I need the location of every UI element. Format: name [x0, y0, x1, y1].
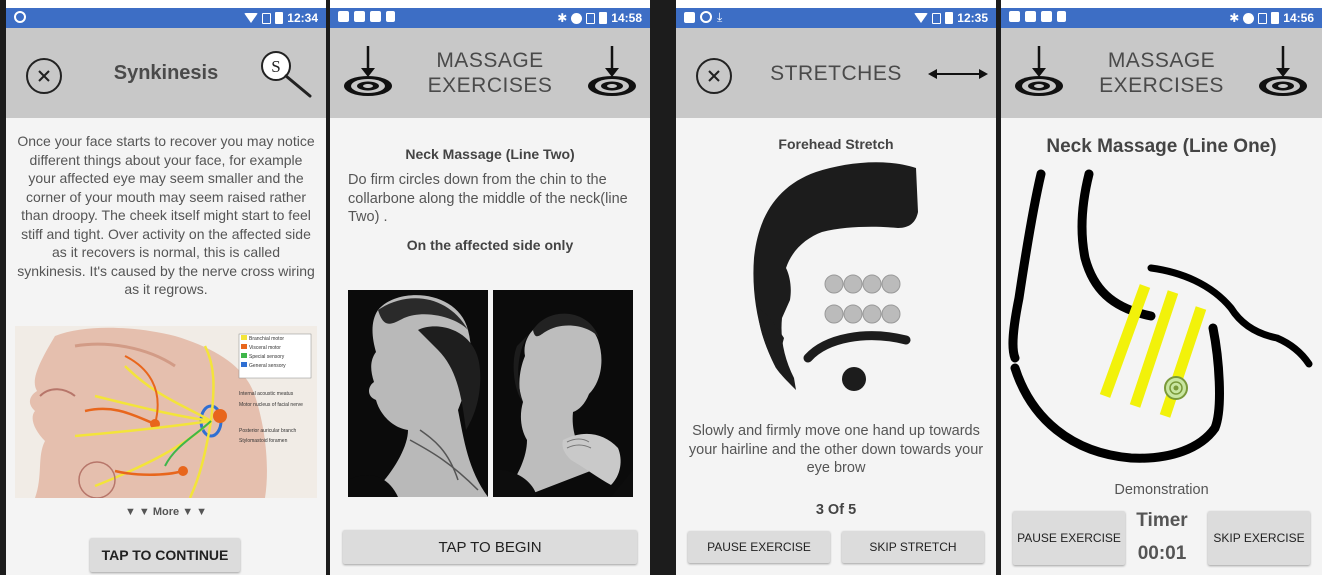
stretches-screen: ⤓ 12:35 STRETCHES Forehead Stretch Slowl… — [676, 8, 996, 575]
status-bar: ✱ 14:56 — [1001, 8, 1322, 28]
more-indicator[interactable]: ▼ ▼ More ▼ ▼ — [6, 506, 326, 518]
timer-value: 00:01 — [1137, 543, 1187, 564]
wifi-icon — [914, 13, 929, 23]
n-icon — [354, 11, 365, 22]
status-time: 12:34 — [287, 11, 318, 25]
page-title: Synkinesis — [113, 61, 219, 84]
legend-item: Branchial motor — [241, 335, 303, 344]
legend-swatch — [241, 353, 247, 358]
massage-line-two-screen: ✱ 14:58 MASSAGE EXERCISES Neck Massage (… — [330, 8, 650, 575]
stretch-progress: 3 Of 5 — [815, 502, 857, 518]
exercise-title: Forehead Stretch — [778, 136, 894, 152]
page-title: MASSAGE EXERCISES — [427, 49, 553, 97]
diagram-legend: Branchial motor Visceral motor Special s… — [241, 335, 303, 371]
legend-item: General sensory — [241, 362, 303, 371]
wifi-icon — [244, 13, 259, 23]
status-bar: ✱ 14:58 — [330, 8, 650, 28]
diagram-annotations: Internal acoustic meatus Motor nucleus o… — [239, 391, 303, 444]
n-icon — [1025, 11, 1036, 22]
title-bar: STRETCHES — [676, 28, 996, 118]
status-bar: ⤓ 12:35 — [676, 8, 996, 28]
status-time: 14:56 — [1283, 11, 1314, 25]
no-sim-icon — [1258, 12, 1268, 24]
neck-massage-photo-hand — [493, 290, 633, 497]
close-icon[interactable] — [694, 56, 734, 96]
legend-item: Special sensory — [241, 353, 303, 362]
legend-item: Visceral motor — [241, 344, 303, 353]
timer-label: Timer — [1136, 510, 1188, 531]
tap-to-continue-button[interactable]: TAP TO CONTINUE — [90, 538, 240, 572]
pause-exercise-button[interactable]: PAUSE EXERCISE — [1013, 511, 1125, 565]
dnd-icon — [571, 12, 583, 24]
title-bar: Synkinesis S — [6, 28, 326, 118]
image-icon — [1009, 11, 1020, 22]
no-sim-icon — [932, 12, 942, 24]
card-icon — [1041, 11, 1052, 22]
title-bar: MASSAGE EXERCISES — [1001, 28, 1322, 118]
card-icon — [370, 11, 381, 22]
title-bar: MASSAGE EXERCISES — [330, 28, 650, 118]
target-down-icon[interactable] — [342, 44, 394, 100]
play-icon — [386, 11, 395, 22]
legend-swatch — [241, 335, 247, 340]
demonstration-label: Demonstration — [1114, 482, 1209, 498]
double-arrow-icon[interactable] — [928, 66, 988, 82]
forehead-stretch-illustration — [753, 162, 918, 391]
record-icon — [700, 11, 712, 23]
play-icon — [1057, 11, 1066, 22]
skip-stretch-button[interactable]: SKIP STRETCH — [842, 531, 984, 563]
no-sim-icon — [262, 12, 272, 24]
battery-icon — [275, 12, 284, 24]
synkinesis-screen: 12:34 Synkinesis S Once your face starts… — [6, 8, 326, 575]
screen-divider — [650, 0, 676, 575]
massage-line-one-screen: ✱ 14:56 MASSAGE EXERCISES Neck Massage (… — [1001, 8, 1322, 575]
neck-massage-photo-profile — [348, 290, 488, 497]
stretch-circles — [824, 274, 901, 324]
dnd-icon — [1243, 12, 1255, 24]
exercise-instructions: Do firm circles down from the chin to th… — [348, 172, 628, 225]
bluetooth-icon: ✱ — [1229, 11, 1240, 25]
legend-swatch — [241, 344, 247, 349]
svg-text:S: S — [271, 57, 280, 76]
search-s-icon[interactable]: S — [258, 48, 316, 100]
neck-massage-illustration — [1008, 169, 1313, 463]
image-icon — [338, 11, 349, 22]
record-icon — [14, 11, 26, 23]
target-down-icon[interactable] — [1257, 44, 1309, 100]
battery-icon — [1271, 12, 1280, 24]
target-down-icon[interactable] — [1013, 44, 1065, 100]
tap-to-begin-button[interactable]: TAP TO BEGIN — [343, 530, 637, 564]
status-bar: 12:34 — [6, 8, 326, 28]
skip-exercise-button[interactable]: SKIP EXERCISE — [1208, 511, 1310, 565]
exercise-title: Neck Massage (Line One) — [1046, 136, 1277, 157]
affected-side-note: On the affected side only — [406, 237, 574, 253]
battery-icon — [945, 12, 954, 24]
no-sim-icon — [586, 12, 596, 24]
stretch-instructions: Slowly and firmly move one hand up towar… — [688, 423, 984, 476]
pause-exercise-button[interactable]: PAUSE EXERCISE — [688, 531, 830, 563]
download-icon: ⤓ — [717, 10, 723, 24]
status-time: 14:58 — [611, 11, 642, 25]
target-down-icon[interactable] — [586, 44, 638, 100]
page-title: MASSAGE EXERCISES — [1099, 49, 1224, 97]
exercise-title: Neck Massage (Line Two) — [405, 146, 575, 162]
synkinesis-description: Once your face starts to recover you may… — [17, 133, 315, 297]
page-title: STRETCHES — [770, 61, 902, 85]
image-icon — [684, 11, 695, 23]
status-time: 12:35 — [957, 11, 988, 25]
bluetooth-icon: ✱ — [557, 11, 568, 25]
battery-icon — [599, 12, 608, 24]
legend-swatch — [241, 362, 247, 367]
close-icon[interactable] — [24, 56, 64, 96]
